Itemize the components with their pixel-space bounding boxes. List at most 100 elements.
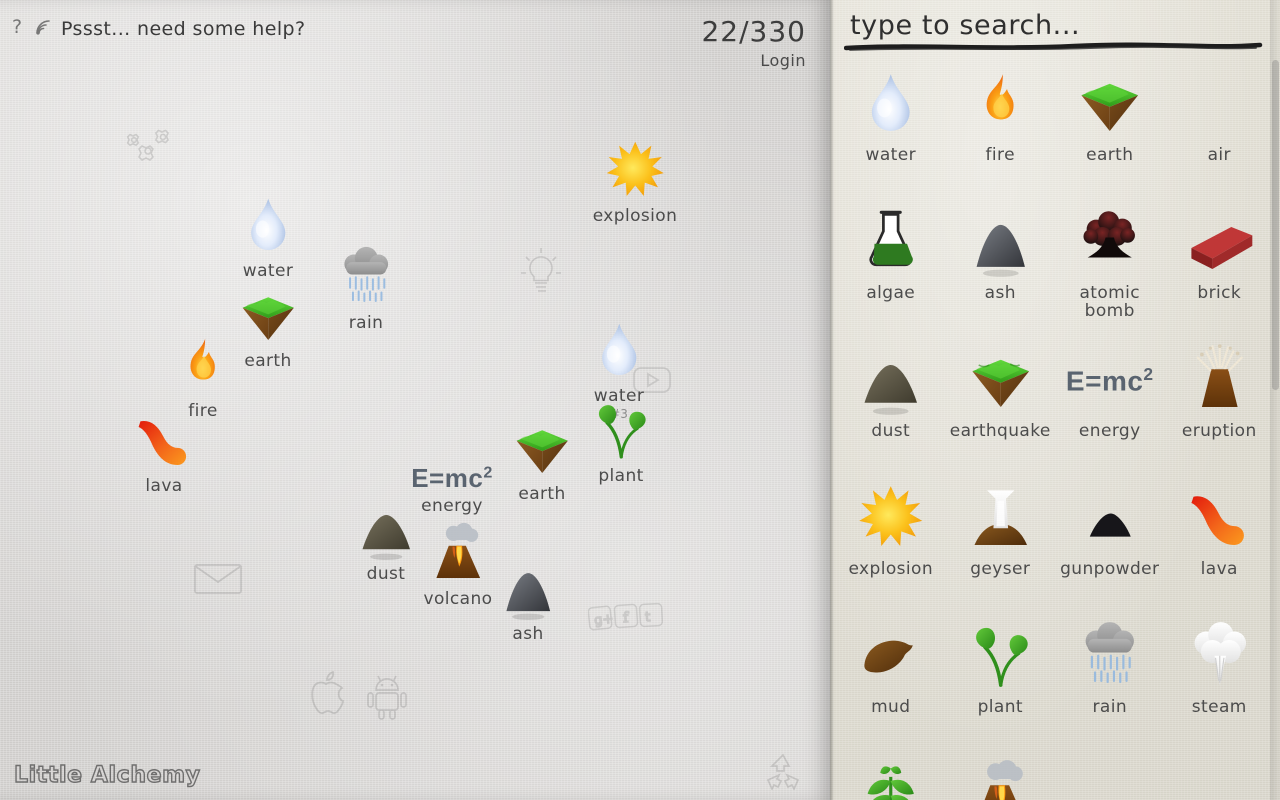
canvas-element-label: lava: [145, 476, 183, 496]
tobacco-icon: [854, 755, 928, 800]
play-canvas[interactable]: ? Pssst... need some help? 22/330 Login: [0, 0, 830, 800]
library-item-label: air: [1207, 145, 1231, 165]
library-item-label: lava: [1200, 559, 1238, 579]
library-item-rain[interactable]: rain: [1055, 611, 1165, 741]
canvas-element-label: ash: [512, 624, 544, 644]
library-item-volcano[interactable]: volcano: [946, 749, 1056, 800]
earthquake-icon: [964, 341, 1038, 421]
search-input[interactable]: [848, 10, 1262, 45]
mushroom-cloud-icon: [1073, 203, 1147, 283]
svg-text:t: t: [645, 610, 651, 625]
library-item-fire[interactable]: fire: [946, 59, 1056, 189]
search-underline: [844, 42, 1263, 51]
canvas-element-water[interactable]: water: [213, 185, 323, 281]
apple-icon: [300, 660, 350, 720]
library-item-mud[interactable]: mud: [836, 611, 946, 741]
canvas-element-label: dust: [366, 564, 406, 584]
library-item-label: algae: [866, 283, 916, 303]
envelope-icon: [193, 560, 243, 598]
canvas-element-lava[interactable]: lava: [109, 400, 219, 496]
library-item-atomic-bomb[interactable]: atomic bomb: [1055, 197, 1165, 327]
help-bar[interactable]: ? Pssst... need some help?: [12, 16, 305, 42]
library-item-energy[interactable]: E=mc2 energy: [1055, 335, 1165, 465]
library-item-label: brick: [1197, 283, 1242, 303]
canvas-element-ash[interactable]: ash: [473, 548, 583, 644]
library-item-dust[interactable]: dust: [836, 335, 946, 465]
canvas-element-label: earth: [518, 484, 566, 504]
library-item-plant[interactable]: plant: [946, 611, 1056, 741]
library-item-lava[interactable]: lava: [1165, 473, 1275, 603]
svg-text:g+: g+: [594, 612, 615, 629]
explosion-icon: [602, 130, 669, 204]
library-item-label: explosion: [848, 559, 933, 579]
library-item-label: atomic bomb: [1079, 283, 1140, 321]
element-grid: water fire earth air algae ash atomic bomb…: [830, 51, 1280, 800]
plant-icon: [588, 390, 655, 464]
water-drop-icon: [586, 310, 653, 384]
library-item-label: earth: [1086, 145, 1134, 165]
wifi-icon: [34, 18, 54, 40]
library-item-geyser[interactable]: geyser: [946, 473, 1056, 603]
water-drop-icon: [235, 185, 302, 259]
mud-icon: [854, 617, 928, 697]
steam-icon: [1183, 617, 1257, 697]
geyser-icon: [964, 479, 1038, 559]
sidebar-scrollbar-thumb[interactable]: [1272, 60, 1279, 390]
library-item-brick[interactable]: brick: [1165, 197, 1275, 327]
gears-icon: [126, 120, 182, 166]
library-item-label: steam: [1191, 697, 1247, 717]
library-item-water[interactable]: water: [836, 59, 946, 189]
login-link[interactable]: Login: [701, 51, 806, 70]
rain-cloud-icon: [1073, 617, 1147, 697]
ash-icon: [964, 203, 1038, 283]
search-bar[interactable]: [830, 0, 1280, 51]
lava-icon: [1183, 479, 1257, 559]
gunpowder-icon: [1073, 479, 1147, 559]
library-item-earthquake[interactable]: earthquake: [946, 335, 1056, 465]
library-item-eruption[interactable]: eruption: [1165, 335, 1275, 465]
canvas-element-explosion[interactable]: explosion: [580, 130, 690, 226]
energy-icon: E=mc2: [1065, 364, 1154, 397]
library-item-label: water: [865, 145, 916, 165]
library-item-earth[interactable]: earth: [1055, 59, 1165, 189]
svg-text:?: ?: [12, 16, 22, 38]
library-item-label: ash: [984, 283, 1016, 303]
explosion-icon: [854, 479, 928, 559]
library-item-label: gunpowder: [1060, 559, 1160, 579]
eruption-icon: [1183, 341, 1257, 421]
library-item-label: earthquake: [949, 421, 1051, 441]
air-icon: [1183, 65, 1257, 145]
library-item-label: dust: [871, 421, 911, 441]
library-item-steam[interactable]: steam: [1165, 611, 1275, 741]
question-mark-icon: ?: [12, 16, 27, 42]
library-item-algae[interactable]: algae: [836, 197, 946, 327]
fire-icon: [170, 325, 237, 399]
social-icon: g+ f t: [588, 602, 664, 632]
score-value: 22/330: [701, 15, 806, 48]
ash-icon: [495, 548, 562, 622]
game-logo: Little Alchemy: [13, 762, 201, 788]
library-item-gunpowder[interactable]: gunpowder: [1055, 473, 1165, 603]
score-box: 22/330 Login: [701, 15, 806, 71]
library-item-label: geyser: [970, 559, 1031, 579]
library-item-explosion[interactable]: explosion: [836, 473, 946, 603]
library-item-air[interactable]: air: [1165, 59, 1275, 189]
library-item-label: rain: [1092, 697, 1127, 717]
svg-text:f: f: [623, 610, 631, 626]
volcano-icon: [964, 755, 1038, 800]
library-item-ash[interactable]: ash: [946, 197, 1056, 327]
sidebar-scrollbar[interactable]: [1270, 0, 1280, 800]
library-item-label: energy: [1078, 421, 1141, 441]
lava-icon: [131, 400, 198, 474]
canvas-element-rain[interactable]: rain: [311, 237, 421, 333]
canvas-element-label: explosion: [592, 206, 678, 226]
canvas-element-plant[interactable]: plant: [566, 390, 676, 486]
flask-icon: [854, 203, 928, 283]
earth-icon: [1073, 65, 1147, 145]
library-item-label: eruption: [1181, 421, 1257, 441]
library-item-label: mud: [871, 697, 911, 717]
little-alchemy-app: ? Pssst... need some help? 22/330 Login: [0, 0, 1280, 800]
canvas-element-label: plant: [598, 466, 644, 486]
fire-icon: [964, 65, 1038, 145]
library-item-tobacco[interactable]: tobacco: [836, 749, 946, 800]
